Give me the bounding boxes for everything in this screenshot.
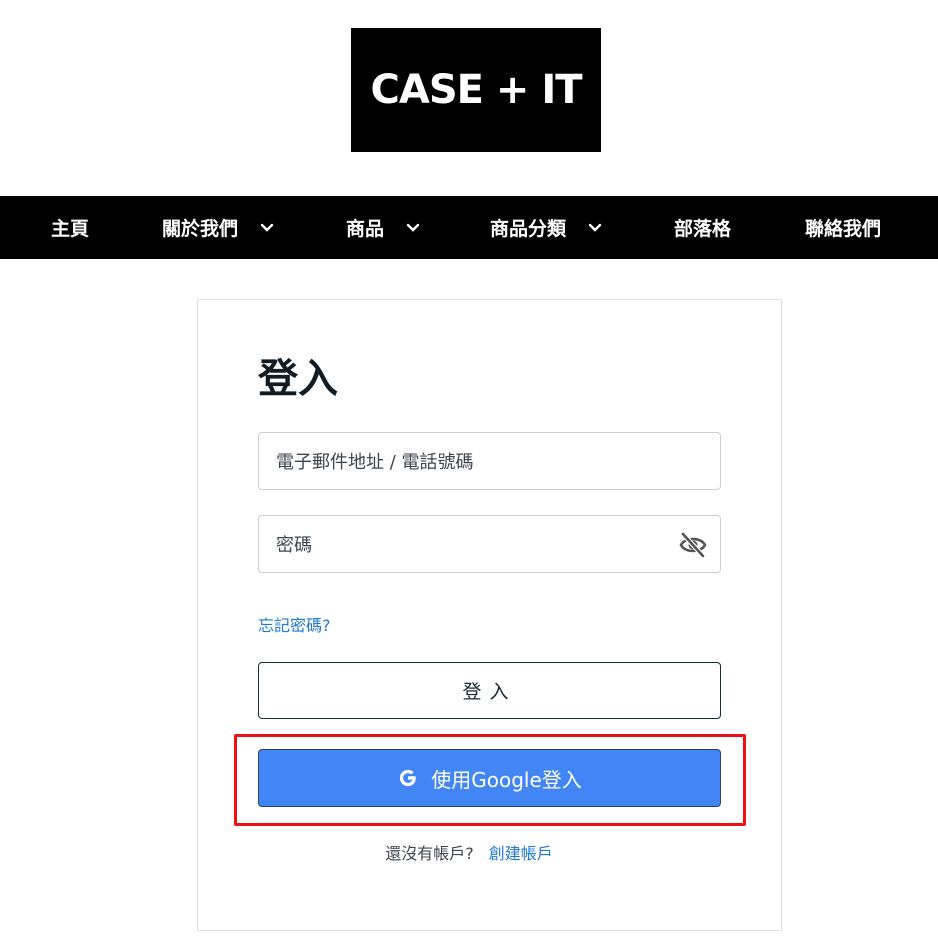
page-title: 登入 [258, 356, 338, 402]
forgot-password-link[interactable]: 忘記密碼? [258, 612, 331, 636]
main-nav: 主頁 關於我們 商品 商品分類 部落格 聯絡我們 [0, 196, 938, 259]
signup-prompt: 還沒有帳戶? [385, 844, 474, 863]
password-placeholder: 密碼 [276, 535, 312, 556]
chevron-down-icon[interactable] [260, 221, 274, 235]
chevron-down-icon[interactable] [406, 221, 420, 235]
nav-item-label: 關於我們 [162, 218, 239, 240]
login-button-label: 登入 [462, 681, 517, 703]
nav-item-label: 部落格 [674, 218, 732, 240]
nav-item-label: 聯絡我們 [805, 218, 882, 240]
nav-item-home[interactable]: 主頁 [51, 196, 89, 259]
nav-item-products[interactable]: 商品 [346, 196, 420, 259]
chevron-down-icon[interactable] [588, 221, 602, 235]
signup-row: 還沒有帳戶? 創建帳戶 [0, 840, 938, 864]
nav-item-label: 商品分類 [490, 218, 567, 240]
create-account-link[interactable]: 創建帳戶 [489, 844, 553, 863]
nav-item-categories[interactable]: 商品分類 [490, 196, 602, 259]
google-g-icon [397, 767, 419, 789]
nav-item-label: 商品 [346, 218, 385, 240]
email-field[interactable]: 電子郵件地址 / 電話號碼 [258, 432, 721, 490]
nav-item-label: 主頁 [51, 218, 90, 240]
eye-slash-icon[interactable] [679, 532, 707, 558]
logo[interactable]: CASE + IT [351, 28, 601, 152]
email-placeholder: 電子郵件地址 / 電話號碼 [276, 452, 474, 473]
nav-item-blog[interactable]: 部落格 [674, 196, 731, 259]
login-button[interactable]: 登入 [258, 662, 721, 719]
nav-item-contact[interactable]: 聯絡我們 [805, 196, 881, 259]
nav-item-about[interactable]: 關於我們 [162, 196, 274, 259]
logo-text: CASE + IT [370, 67, 583, 113]
google-button-label: 使用Google登入 [431, 767, 582, 792]
password-field[interactable]: 密碼 [258, 515, 721, 573]
google-login-button[interactable]: 使用Google登入 [258, 749, 721, 807]
